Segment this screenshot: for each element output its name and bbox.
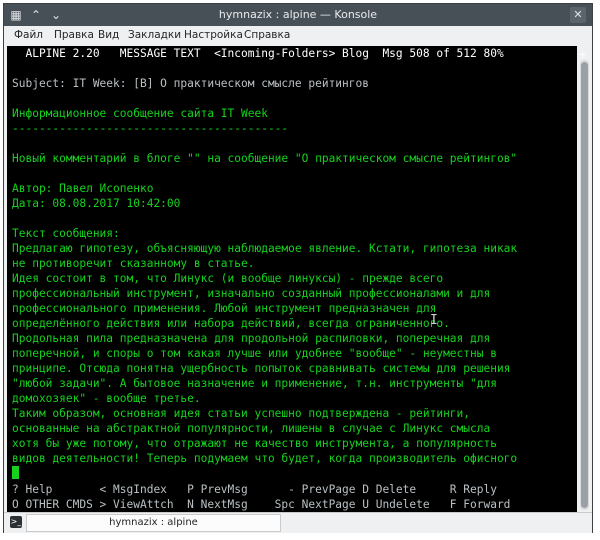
body-line: Таким образом, основная идея статьи успе… (12, 407, 471, 420)
close-icon[interactable]: ✕ (570, 7, 586, 23)
menu-view[interactable]: Вид (98, 29, 119, 41)
title-bar[interactable]: ▦ ⌃ ⌄ hymnazix : alpine — Konsole ✕ (4, 4, 592, 26)
body-line: видов деятельности! Теперь подумаем что … (12, 452, 518, 465)
body-line: Предлагаю гипотезу, объясняющую наблюдае… (12, 242, 518, 255)
body-line: Новый комментарий в блоге "" на сообщени… (12, 152, 518, 165)
mouse-ibeam-icon: I (430, 313, 438, 328)
menu-file[interactable]: Файл (14, 29, 43, 41)
body-line: Текст сообщения: (12, 227, 120, 240)
body-line: профессиональный инструмент, изначально … (12, 287, 491, 300)
tab-bar: >_ hymnazix : alpine (4, 512, 592, 533)
menu-help[interactable]: Справка (244, 29, 290, 41)
body-line: основанные на абстрактной популярности, … (12, 422, 491, 435)
body-line: Информационное сообщение сайта IT Week (12, 107, 268, 120)
body-line: профессионального применения. Любой инст… (12, 302, 437, 315)
body-line: Идея состоит в том, что Линукс (и вообще… (12, 272, 444, 285)
window-title: hymnazix : alpine — Konsole (218, 8, 378, 21)
scrollbar-thumb[interactable] (581, 62, 588, 508)
body-line: поперечной, и споры о том какая лучше ил… (12, 347, 497, 360)
body-line: не противоречит сказанному в статье. (12, 257, 255, 270)
body-line: Продольная пила предназначена для продол… (12, 332, 491, 345)
terminal-view[interactable]: ALPINE 2.20 MESSAGE TEXT <Incoming-Folde… (7, 46, 577, 512)
body-line: принципе. Отсюда понятна ущербность попы… (12, 362, 511, 375)
body-line: "любой задачи". А бытовое назначение и п… (12, 377, 497, 390)
menu-bar: Файл Правка Вид Закладки Настройка Справ… (4, 26, 592, 46)
text-cursor (12, 466, 19, 481)
body-line: Дата: 08.08.2017 10:42:00 (12, 197, 181, 210)
menu-edit[interactable]: Правка (54, 29, 94, 41)
body-line: хотя бы уже потому, что отражают не каче… (12, 437, 497, 450)
body-line: ----------------------------------------… (12, 122, 289, 135)
message-subject: Subject: IT Week: [B] О практическом смы… (12, 77, 369, 90)
new-tab-icon[interactable]: >_ (10, 516, 22, 528)
body-line: домохозяек" - вообще третье. (12, 392, 201, 405)
body-line: Автор: Павел Исопенко (12, 182, 154, 195)
help-row[interactable]: O OTHER CMDS > ViewAttch N NextMsg Spc N… (12, 497, 510, 512)
scrollbar[interactable] (580, 60, 589, 510)
konsole-window: ▦ ⌃ ⌄ hymnazix : alpine — Konsole ✕ Файл… (3, 3, 593, 533)
menu-bookmarks[interactable]: Закладки (128, 29, 181, 41)
menu-settings[interactable]: Настройка (184, 29, 243, 41)
tab-session[interactable]: hymnazix : alpine (26, 514, 281, 532)
alpine-header: ALPINE 2.20 MESSAGE TEXT <Incoming-Folde… (12, 47, 504, 60)
help-row[interactable]: ? Help < MsgIndex P PrevMsg - PrevPage D… (12, 482, 497, 497)
body-line: определённого действия или набора действ… (12, 317, 450, 330)
